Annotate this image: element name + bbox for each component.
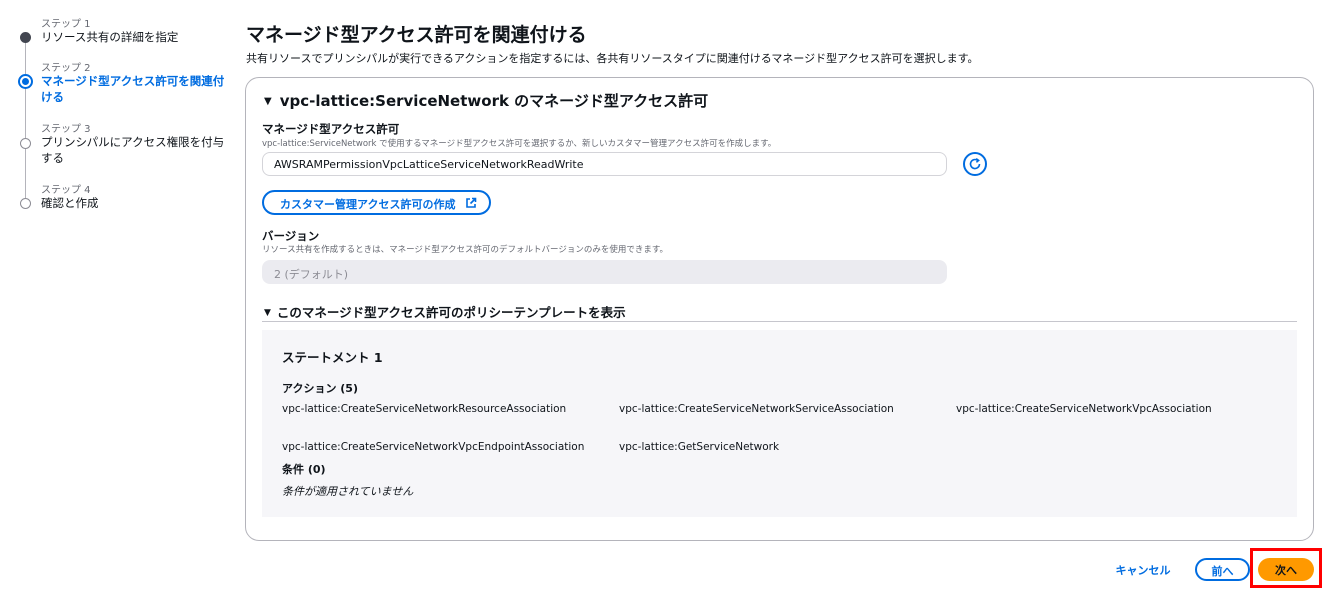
permission-select[interactable]: AWSRAMPermissionVpcLatticeServiceNetwork…: [262, 152, 947, 176]
steps-rail: [25, 42, 26, 202]
policy-expander-title: このマネージド型アクセス許可のポリシーテンプレートを表示: [276, 305, 626, 320]
divider: [262, 321, 1297, 322]
permission-label: マネージド型アクセス許可: [262, 122, 400, 136]
action-item: vpc-lattice:CreateServiceNetworkResource…: [282, 403, 567, 415]
step-4-pending-icon: [20, 198, 31, 209]
refresh-icon: [969, 157, 981, 170]
permission-description: vpc-lattice:ServiceNetwork で使用するマネージド型アク…: [262, 139, 777, 149]
wizard-steps: ステップ 1 リソース共有の詳細を指定 ステップ 2 マネージド型アクセス許可を…: [0, 0, 230, 600]
cancel-button[interactable]: キャンセル: [1108, 560, 1178, 580]
step-2-label: マネージド型アクセス許可を関連付ける: [41, 74, 225, 104]
policy-expander[interactable]: ▼ このマネージド型アクセス許可のポリシーテンプレートを表示: [264, 302, 626, 321]
version-select: 2 (デフォルト): [262, 260, 947, 284]
version-label: バージョン: [262, 229, 320, 243]
action-item: vpc-lattice:CreateServiceNetworkVpcAssoc…: [956, 403, 1212, 415]
create-customer-permission-button[interactable]: カスタマー管理アクセス許可の作成: [262, 190, 491, 215]
step-3-label: プリンシパルにアクセス権限を付与する: [41, 135, 225, 165]
policy-template-panel: [262, 330, 1297, 517]
step-1-done-icon: [20, 32, 31, 43]
step-1-number: ステップ 1: [41, 19, 91, 30]
step-4-number: ステップ 4: [41, 185, 91, 196]
step-2-number: ステップ 2: [41, 63, 91, 74]
caret-down-icon: ▼: [264, 308, 271, 318]
create-customer-permission-label: カスタマー管理アクセス許可の作成: [280, 198, 456, 211]
actions-heading: アクション (5): [282, 382, 358, 395]
next-button-highlight: [1250, 548, 1322, 588]
action-item: vpc-lattice:GetServiceNetwork: [619, 441, 780, 453]
version-description: リソース共有を作成するときは、マネージド型アクセス許可のデフォルトバージョンのみ…: [262, 245, 668, 255]
conditions-heading: 条件 (0): [282, 463, 326, 476]
section-title: vpc-lattice:ServiceNetwork のマネージド型アクセス許可: [279, 92, 709, 110]
action-item: vpc-lattice:CreateServiceNetworkServiceA…: [619, 403, 894, 415]
conditions-empty-text: 条件が適用されていません: [282, 485, 414, 498]
external-link-icon: [466, 197, 477, 208]
step-3-pending-icon: [20, 138, 31, 149]
step-1-label[interactable]: リソース共有の詳細を指定: [41, 29, 226, 45]
page-description: 共有リソースでプリンシパルが実行できるアクションを指定するには、各共有リソースタ…: [246, 52, 979, 65]
page-title: マネージド型アクセス許可を関連付ける: [246, 24, 587, 46]
refresh-button[interactable]: [963, 152, 987, 176]
previous-button[interactable]: 前へ: [1195, 558, 1250, 581]
step-3-number: ステップ 3: [41, 124, 91, 135]
caret-down-icon: ▼: [264, 96, 272, 107]
action-item: vpc-lattice:CreateServiceNetworkVpcEndpo…: [282, 441, 585, 453]
step-4-label: 確認と作成: [41, 196, 99, 210]
section-header[interactable]: ▼ vpc-lattice:ServiceNetwork のマネージド型アクセス許…: [264, 90, 708, 111]
statement-title: ステートメント 1: [282, 350, 383, 365]
step-2-current-icon: [18, 74, 33, 89]
